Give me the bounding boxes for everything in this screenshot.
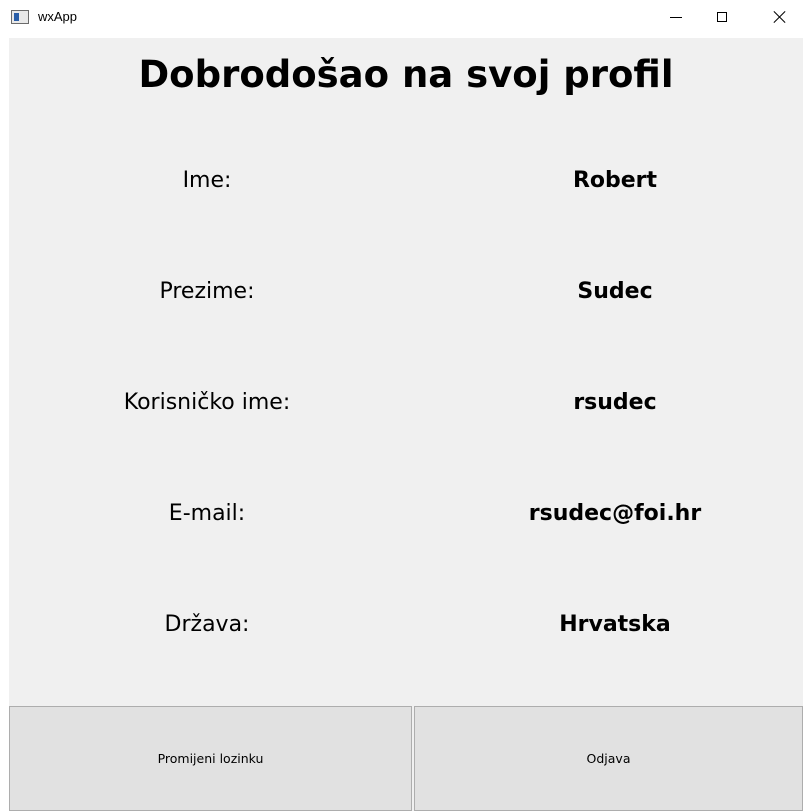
change-password-button[interactable]: Promijeni lozinku — [9, 706, 412, 811]
close-icon — [773, 10, 787, 24]
country-value: Hrvatska — [559, 612, 671, 637]
window-title: wxApp — [38, 9, 78, 24]
title-bar[interactable]: wxApp — [0, 0, 803, 38]
page-title: Dobrodošao na svoj profil — [138, 53, 674, 96]
field-row-last-name: Prezime: Sudec — [9, 272, 803, 312]
close-button[interactable] — [757, 0, 803, 34]
field-row-first-name: Ime: Robert — [9, 161, 803, 201]
first-name-label: Ime: — [182, 168, 232, 193]
maximize-icon — [717, 12, 727, 22]
app-window: wxApp Dobrodošao na svoj profil Ime: Rob… — [0, 0, 803, 811]
logout-button[interactable]: Odjava — [414, 706, 803, 811]
maximize-button[interactable] — [699, 0, 745, 34]
last-name-label: Prezime: — [159, 279, 255, 304]
field-row-email: E-mail: rsudec@foi.hr — [9, 494, 803, 534]
email-value: rsudec@foi.hr — [528, 501, 702, 526]
profile-panel: Dobrodošao na svoj profil Ime: Robert Pr… — [9, 38, 803, 811]
minimize-button[interactable] — [653, 0, 699, 34]
email-label: E-mail: — [168, 501, 246, 526]
app-window-icon — [11, 10, 29, 24]
username-label: Korisničko ime: — [123, 390, 291, 415]
minimize-icon — [670, 16, 682, 18]
country-label: Država: — [164, 612, 250, 637]
field-row-country: Država: Hrvatska — [9, 605, 803, 645]
first-name-value: Robert — [572, 168, 658, 193]
last-name-value: Sudec — [577, 279, 653, 304]
username-value: rsudec — [573, 390, 657, 415]
field-row-username: Korisničko ime: rsudec — [9, 383, 803, 423]
